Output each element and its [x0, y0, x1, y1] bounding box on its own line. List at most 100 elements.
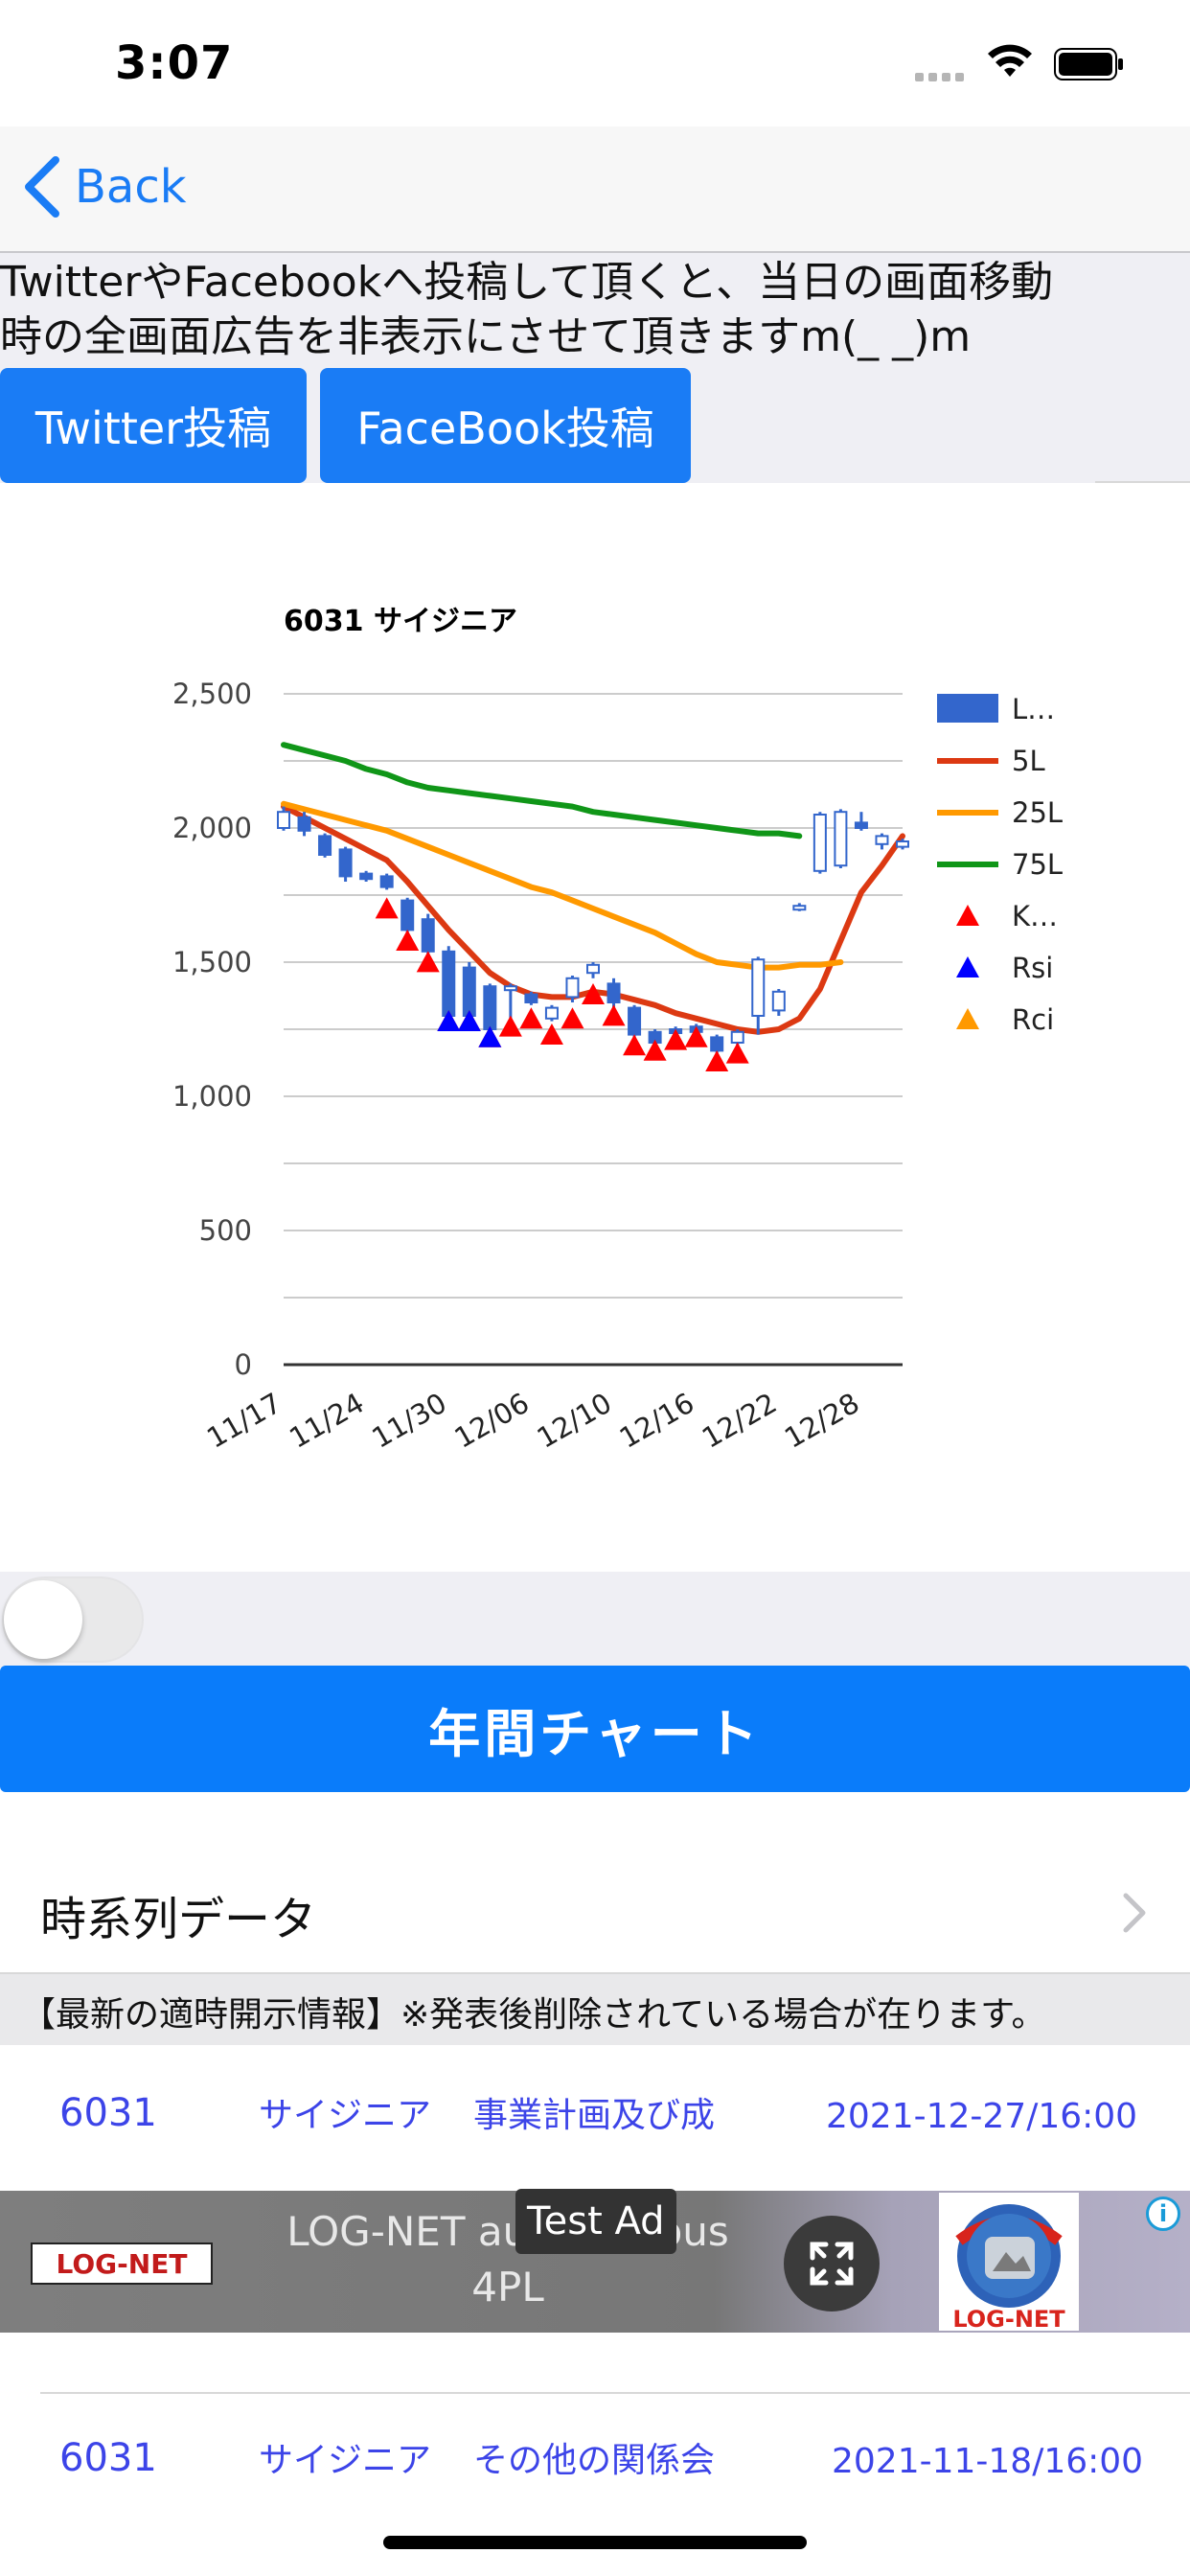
notice-line-2: 時の全画面広告を非表示にさせて頂きますm(_ _)m: [0, 312, 972, 361]
chart-svg: 6031 サイジニア 0 500 1,000 1,500 2,000 2,500 11/1…: [172, 605, 1063, 1455]
candle-body: [524, 993, 538, 1003]
legend-label: K…: [1012, 900, 1058, 932]
notice-line-1: TwitterやFacebookへ投稿して頂くと、当日の画面移動: [0, 258, 1054, 307]
back-button[interactable]: Back: [21, 153, 187, 220]
chevron-left-icon: [25, 156, 59, 218]
x-axis-labels: 11/1711/2411/3012/0612/1012/1612/2212/28: [201, 1387, 864, 1455]
x-tick-label: 12/16: [614, 1387, 699, 1455]
notice-text: TwitterやFacebookへ投稿して頂くと、当日の画面移動 時の全画面広告…: [0, 255, 1188, 364]
test-ad-label: Test Ad: [515, 2189, 676, 2254]
marker-K…: [498, 1015, 522, 1037]
candle-body: [751, 958, 766, 1018]
home-indicator: [383, 2536, 807, 2549]
chart-title: 6031 サイジニア: [284, 605, 517, 638]
candle-body: [834, 811, 848, 867]
legend-swatch: [937, 694, 998, 723]
disclosure-item-title[interactable]: 事業計画及び成: [473, 2087, 715, 2137]
x-tick-label: 12/22: [697, 1387, 782, 1455]
candle-body: [854, 821, 868, 829]
marker-K…: [664, 1028, 688, 1050]
marker-K…: [539, 1024, 563, 1045]
y-axis-labels: 0 500 1,000 1,500 2,000 2,500: [172, 678, 252, 1381]
ad-info-icon[interactable]: i: [1146, 2196, 1180, 2231]
battery-icon: [1054, 48, 1123, 80]
x-tick-label: 11/17: [201, 1387, 286, 1455]
disclosure-item-date[interactable]: 2021-12-27/16:00: [826, 2097, 1137, 2136]
y-tick-label: 1,000: [172, 1080, 252, 1113]
disclosure-item-code[interactable]: 6031: [59, 2091, 157, 2135]
marker-K…: [705, 1050, 729, 1071]
candle-body: [483, 985, 497, 1031]
legend-swatch: [956, 905, 979, 926]
globe-logo-icon: LOG-NET: [939, 2204, 1079, 2333]
chart-candles: [277, 806, 909, 1054]
chart-legend[interactable]: L… 5L 25L 75L K… Rsi Rci: [937, 693, 1063, 1036]
x-tick-label: 11/30: [366, 1387, 451, 1455]
stock-chart: 6031 サイジニア 0 500 1,000 1,500 2,000 2,500 11/1…: [0, 483, 1190, 1572]
y-tick-label: 500: [199, 1214, 252, 1247]
chevron-right-icon: [1123, 1893, 1146, 1933]
ad-image[interactable]: LOG-NET: [939, 2193, 1079, 2333]
marker-K…: [643, 1039, 667, 1061]
twitter-post-button[interactable]: Twitter投稿: [0, 368, 307, 483]
chart-gridlines: [284, 693, 903, 1367]
candle-body: [503, 985, 517, 992]
y-tick-label: 2,500: [172, 678, 252, 710]
marker-K…: [725, 1042, 749, 1064]
candle-body: [792, 905, 807, 911]
candle-body: [628, 1006, 642, 1036]
candle-body: [586, 963, 600, 975]
marker-K…: [519, 1007, 543, 1029]
candle-body: [359, 872, 374, 881]
disclosure-item-company[interactable]: サイジニア: [259, 2087, 431, 2137]
marker-K…: [602, 1004, 626, 1026]
expand-button[interactable]: [784, 2216, 880, 2312]
candle-body: [812, 814, 827, 872]
marker-K…: [375, 897, 399, 919]
candle-body: [379, 875, 394, 888]
wifi-icon: [988, 44, 1032, 77]
back-label: Back: [75, 160, 187, 214]
disclosure-item-code[interactable]: 6031: [59, 2436, 157, 2480]
legend-swatch: [956, 1008, 979, 1029]
ad-text-line-1: LOG-NET autonomous: [286, 2208, 729, 2255]
ad-text-line-2: 4PL: [471, 2264, 544, 2311]
ad-text[interactable]: LOG-NET autonomous 4PL: [249, 2204, 767, 2315]
candle-body: [318, 835, 332, 856]
candle-body: [875, 835, 889, 845]
year-chart-button[interactable]: 年間チャート: [0, 1666, 1190, 1792]
legend-label: 5L: [1012, 745, 1045, 777]
legend-label: Rci: [1012, 1003, 1054, 1036]
candle-body: [544, 1006, 559, 1020]
disclosure-item-company[interactable]: サイジニア: [259, 2432, 431, 2482]
candle-body: [896, 840, 909, 848]
marker-K…: [561, 1007, 584, 1029]
candle-body: [565, 977, 580, 999]
candle-body: [277, 811, 290, 830]
candle-body: [442, 950, 456, 1017]
facebook-post-button[interactable]: FaceBook投稿: [320, 368, 691, 483]
x-tick-label: 12/10: [532, 1387, 617, 1455]
x-tick-label: 12/28: [779, 1387, 864, 1455]
marker-Rsi: [437, 1010, 461, 1031]
expand-icon: [810, 2242, 854, 2286]
x-tick-label: 12/06: [449, 1387, 535, 1455]
candle-body: [606, 982, 621, 1004]
toggle-knob[interactable]: [4, 1580, 82, 1659]
candle-body: [710, 1036, 724, 1052]
candle-body: [730, 1030, 744, 1044]
disclosure-item-title[interactable]: その他の関係会: [473, 2432, 715, 2482]
candle-body: [462, 966, 476, 1018]
marker-K…: [623, 1034, 647, 1056]
legend-label: 75L: [1012, 848, 1063, 881]
disclosure-item-date[interactable]: 2021-11-18/16:00: [832, 2442, 1143, 2481]
y-tick-label: 1,500: [172, 946, 252, 978]
divider: [40, 2392, 1190, 2394]
toggle-row: [0, 1572, 1190, 1668]
ad-logo[interactable]: LOG-NET: [31, 2242, 213, 2285]
legend-label: Rsi: [1012, 952, 1053, 984]
legend-swatch: [956, 956, 979, 978]
candle-body: [421, 918, 435, 953]
marker-Rsi: [457, 1010, 481, 1031]
disclosure-header-text: 【最新の適時開示情報】※発表後削除されている場合が在ります。: [21, 1995, 1046, 2035]
